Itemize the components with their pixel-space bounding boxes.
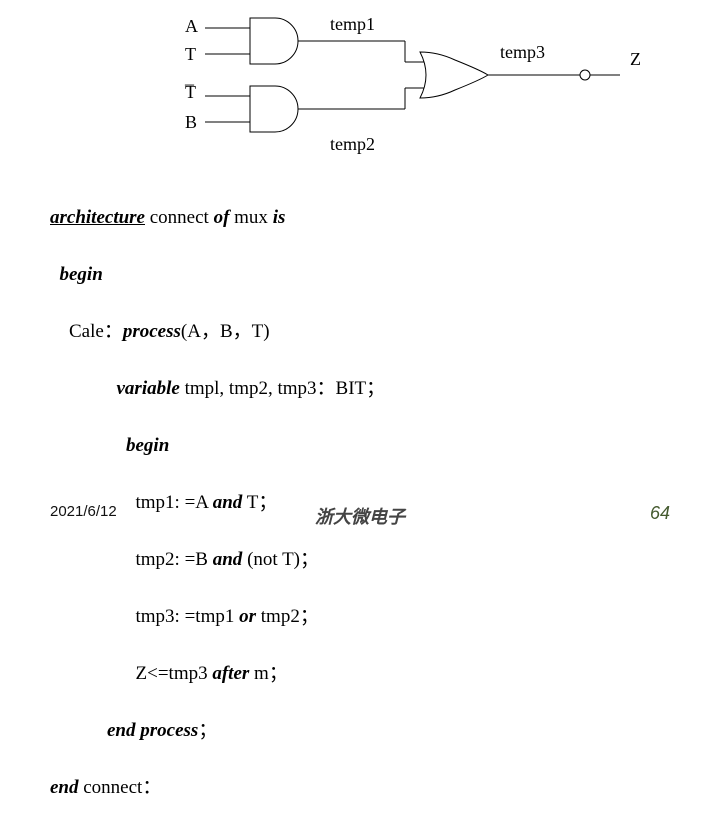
kw-end: end: [50, 777, 79, 798]
kw-is: is: [273, 207, 286, 228]
kw-and2: and: [213, 549, 243, 570]
label-temp2: temp2: [330, 134, 375, 154]
footer-center: 浙大微电子: [0, 503, 720, 529]
slide-footer: 浙大微电子 2021/6/12 64: [0, 503, 720, 520]
label-Z: Z: [630, 49, 641, 69]
label-temp3: temp3: [500, 42, 545, 62]
kw-begin: begin: [60, 264, 103, 285]
kw-begin-inner: begin: [126, 435, 169, 456]
footer-page-number: 64: [650, 503, 670, 524]
kw-architecture: architecture: [50, 207, 145, 228]
or-gate-icon: [420, 52, 488, 98]
kw-or: or: [239, 606, 256, 627]
kw-variable: variable: [117, 378, 180, 399]
kw-after: after: [212, 663, 249, 684]
mux-circuit-diagram: A T _ T B temp1 temp2 temp3 Z: [180, 10, 660, 176]
not-bubble-icon: [580, 70, 590, 80]
label-Tbar: T: [185, 82, 196, 102]
kw-end-process: end process: [107, 720, 198, 741]
label-T: T: [185, 44, 196, 64]
label-temp1: temp1: [330, 14, 375, 34]
and-gate-1-icon: [250, 18, 298, 64]
kw-process: process: [123, 321, 181, 342]
label-B: B: [185, 112, 197, 132]
kw-of: of: [214, 207, 230, 228]
label-A: A: [185, 16, 198, 36]
and-gate-2-icon: [250, 86, 298, 132]
